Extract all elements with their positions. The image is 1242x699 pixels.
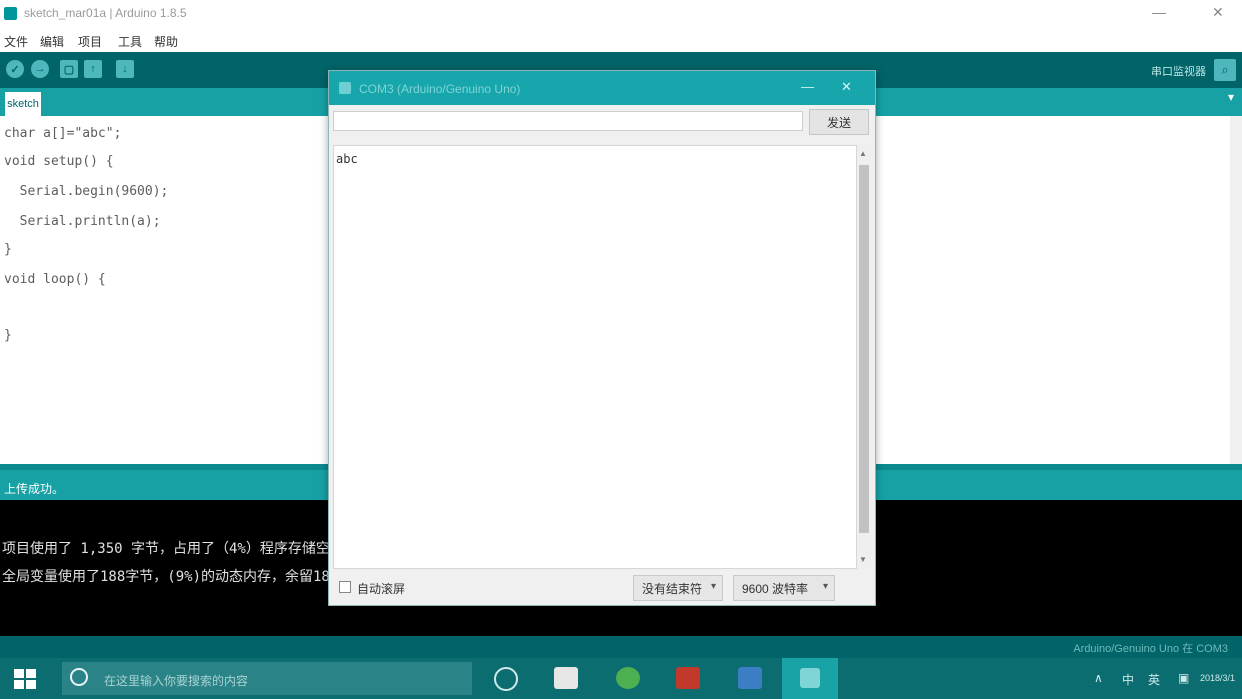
save-button[interactable]: ↓ bbox=[116, 60, 134, 78]
code-line[interactable]: char a[]="abc"; bbox=[4, 126, 121, 141]
new-button[interactable]: ▢ bbox=[60, 60, 78, 78]
tab-menu-icon[interactable]: ▾ bbox=[1228, 90, 1234, 104]
status-message: 上传成功。 bbox=[4, 482, 65, 496]
app-red-icon[interactable] bbox=[676, 667, 700, 689]
send-button[interactable]: 发送 bbox=[809, 109, 869, 135]
serial-monitor-title: COM3 (Arduino/Genuino Uno) bbox=[359, 82, 521, 96]
serial-monitor-footer: 自动滚屏 没有结束符 9600 波特率 bbox=[329, 571, 875, 605]
code-line[interactable]: } bbox=[4, 328, 12, 343]
serial-output-area: abc bbox=[333, 145, 857, 569]
menu-file[interactable]: 文件 bbox=[4, 33, 28, 50]
menu-sketch[interactable]: 项目 bbox=[78, 33, 102, 50]
windows-taskbar: 在这里输入你要搜索的内容 ∧ 中 英 ▣ 2018/3/1 bbox=[0, 658, 1242, 699]
upload-button[interactable]: → bbox=[31, 60, 49, 78]
menu-help[interactable]: 帮助 bbox=[154, 33, 178, 50]
serial-monitor-titlebar[interactable]: COM3 (Arduino/Genuino Uno) — ✕ bbox=[329, 71, 875, 105]
board-status-strip: Arduino/Genuino Uno 在 COM3 bbox=[0, 636, 1242, 658]
window-title: sketch_mar01a | Arduino 1.8.5 bbox=[24, 6, 187, 20]
serial-monitor-close-button[interactable]: ✕ bbox=[841, 79, 852, 95]
code-line[interactable]: Serial.begin(9600); bbox=[4, 184, 169, 199]
magnifier-icon: ⌕ bbox=[1221, 62, 1229, 77]
menu-bar: 文件 编辑 项目 工具 帮助 bbox=[0, 30, 1242, 52]
tray-ime-chinese[interactable]: 中 bbox=[1122, 671, 1134, 688]
menu-tools[interactable]: 工具 bbox=[118, 33, 142, 50]
code-line[interactable]: void loop() { bbox=[4, 272, 106, 287]
board-port-info: Arduino/Genuino Uno 在 COM3 bbox=[1073, 643, 1228, 655]
browser-icon[interactable] bbox=[616, 667, 640, 689]
file-explorer-icon[interactable] bbox=[554, 667, 578, 689]
serial-monitor-label: 串口监视器 bbox=[1151, 66, 1206, 78]
tray-ime-english[interactable]: 英 bbox=[1148, 671, 1160, 688]
editor-scrollbar[interactable] bbox=[1230, 116, 1242, 464]
serial-monitor-button[interactable]: ⌕ bbox=[1214, 59, 1236, 81]
line-ending-select[interactable]: 没有结束符 bbox=[633, 575, 723, 601]
minimize-button[interactable]: — bbox=[1152, 4, 1166, 20]
arduino-taskbar-button[interactable] bbox=[782, 658, 838, 699]
tray-clock[interactable]: 2018/3/1 bbox=[1200, 673, 1235, 683]
baud-rate-select[interactable]: 9600 波特率 bbox=[733, 575, 835, 601]
autoscroll-checkbox[interactable] bbox=[339, 581, 351, 593]
serial-monitor-app-icon bbox=[339, 82, 351, 94]
autoscroll-label: 自动滚屏 bbox=[357, 582, 406, 596]
code-line[interactable]: Serial.println(a); bbox=[4, 214, 161, 229]
serial-monitor-window: COM3 (Arduino/Genuino Uno) — ✕ 发送 abc ▲ … bbox=[328, 70, 876, 606]
serial-output-scrollbar[interactable]: ▲ ▼ bbox=[857, 145, 871, 569]
app-blue-icon[interactable] bbox=[738, 667, 762, 689]
open-button[interactable]: ↑ bbox=[84, 60, 102, 78]
scroll-down-icon[interactable]: ▼ bbox=[859, 555, 867, 564]
task-view-icon[interactable] bbox=[494, 667, 518, 691]
tray-overflow-icon[interactable]: ∧ bbox=[1094, 671, 1103, 685]
serial-input-field[interactable] bbox=[333, 111, 803, 131]
menu-edit[interactable]: 编辑 bbox=[40, 33, 64, 50]
serial-monitor-minimize-button[interactable]: — bbox=[801, 79, 814, 94]
tab-sketch[interactable]: sketch bbox=[5, 92, 41, 116]
arduino-app-icon bbox=[4, 7, 17, 20]
taskbar-search-placeholder: 在这里输入你要搜索的内容 bbox=[104, 674, 249, 688]
scroll-up-icon[interactable]: ▲ bbox=[859, 149, 867, 158]
code-line[interactable]: void setup() { bbox=[4, 154, 114, 169]
close-button[interactable]: ✕ bbox=[1212, 4, 1224, 21]
verify-button[interactable]: ✓ bbox=[6, 60, 24, 78]
taskbar-search-box[interactable]: 在这里输入你要搜索的内容 bbox=[62, 662, 472, 695]
cortana-circle-icon bbox=[70, 668, 88, 686]
serial-output-text: abc bbox=[336, 152, 358, 166]
scrollbar-thumb[interactable] bbox=[859, 165, 869, 533]
window-titlebar: sketch_mar01a | Arduino 1.8.5 — ✕ bbox=[0, 0, 1242, 30]
code-line[interactable]: } bbox=[4, 242, 12, 257]
windows-start-icon[interactable] bbox=[14, 669, 36, 689]
tray-notification-icon[interactable]: ▣ bbox=[1178, 671, 1189, 685]
arduino-taskbar-icon bbox=[800, 668, 820, 688]
